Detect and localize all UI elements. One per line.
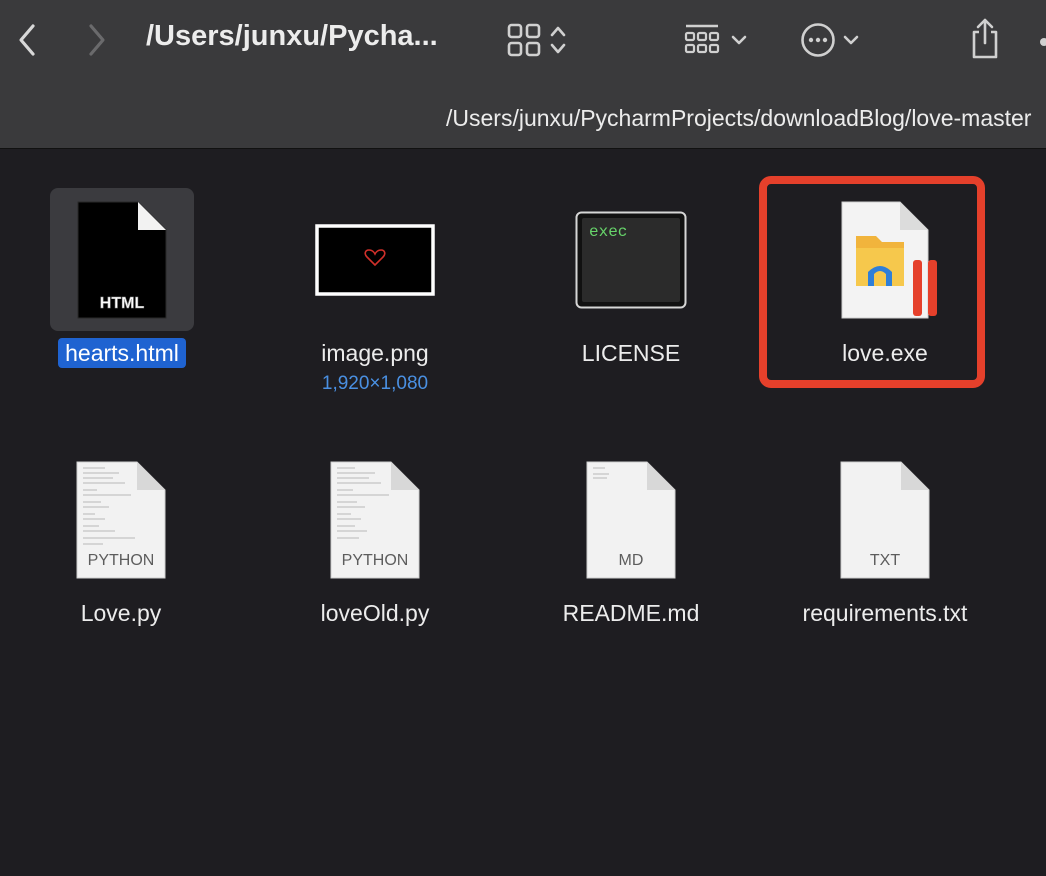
file-type-label: exec xyxy=(589,223,627,241)
more-actions-button[interactable] xyxy=(794,18,866,62)
chevron-left-icon xyxy=(19,24,35,56)
file-name: loveOld.py xyxy=(320,600,430,626)
file-type-label: PYTHON xyxy=(87,552,155,569)
file-name: Love.py xyxy=(80,600,162,626)
grid-view-icon xyxy=(507,23,541,57)
share-icon xyxy=(972,18,998,59)
forward-button[interactable] xyxy=(80,20,114,60)
share-button[interactable] xyxy=(964,14,1006,62)
file-name: requirements.txt xyxy=(802,600,968,626)
chevron-updown-icon xyxy=(550,26,566,54)
text-file-icon: TXT xyxy=(839,460,931,580)
window-title: /Users/junxu/Pycha... xyxy=(146,20,438,52)
chevron-down-icon xyxy=(843,35,859,45)
file-type-label: MD xyxy=(618,552,644,569)
file-grid: HTML hearts.html image.png 1,920×1,080 e… xyxy=(0,149,1046,876)
back-button[interactable] xyxy=(10,20,44,60)
group-by-button[interactable] xyxy=(676,18,754,62)
finder-toolbar: /Users/junxu/Pycha... /Users/junxu/Pycha… xyxy=(0,0,1046,149)
image-dimensions: 1,920×1,080 xyxy=(321,373,429,394)
file-name: image.png xyxy=(321,340,429,366)
file-type-label: HTML xyxy=(100,295,145,312)
path-bar: /Users/junxu/PycharmProjects/downloadBlo… xyxy=(446,105,1032,131)
file-name: README.md xyxy=(562,600,700,626)
view-mode-button[interactable] xyxy=(500,18,574,62)
image-thumbnail-icon xyxy=(315,224,435,296)
group-by-icon xyxy=(684,24,720,54)
chevron-down-icon xyxy=(731,35,747,45)
chevron-right-icon xyxy=(89,24,105,56)
annotation-highlight-box xyxy=(759,176,985,388)
ellipsis-circle-icon xyxy=(801,23,835,57)
file-type-label: TXT xyxy=(869,552,901,569)
terminal-exec-icon: exec xyxy=(575,211,687,309)
python-file-icon: PYTHON xyxy=(329,460,421,580)
html-file-icon: HTML xyxy=(77,201,167,319)
file-type-label: PYTHON xyxy=(341,552,409,569)
file-name: hearts.html xyxy=(58,338,186,368)
markdown-file-icon: MD xyxy=(585,460,677,580)
python-file-icon: PYTHON xyxy=(75,460,167,580)
overflow-indicator[interactable] xyxy=(1040,38,1046,46)
file-name: LICENSE xyxy=(581,340,681,366)
